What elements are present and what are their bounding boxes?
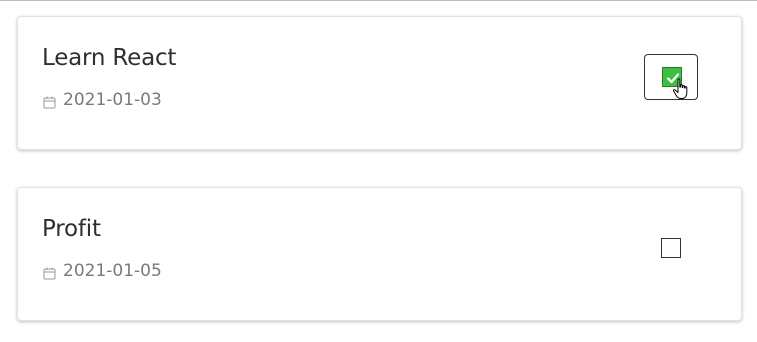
todo-checkbox-wrap[interactable] xyxy=(644,226,698,272)
todo-card: Profit 2021-01-05 xyxy=(17,187,742,321)
calendar-icon xyxy=(43,265,56,279)
todo-date: 2021-01-03 xyxy=(63,90,162,110)
todo-checkbox[interactable] xyxy=(661,238,681,258)
calendar-icon xyxy=(43,94,56,108)
todo-card: Learn React 2021-01-03 xyxy=(17,16,742,150)
todo-title: Profit xyxy=(42,216,101,242)
todo-date-row: 2021-01-05 xyxy=(43,261,162,281)
todo-checkbox-focus-ring[interactable] xyxy=(644,54,698,100)
check-icon xyxy=(666,73,680,84)
todo-date-row: 2021-01-03 xyxy=(43,90,162,110)
window-top-border xyxy=(0,0,757,1)
todo-checkbox[interactable] xyxy=(662,67,682,87)
todo-title: Learn React xyxy=(42,45,177,71)
todo-date: 2021-01-05 xyxy=(63,261,162,281)
